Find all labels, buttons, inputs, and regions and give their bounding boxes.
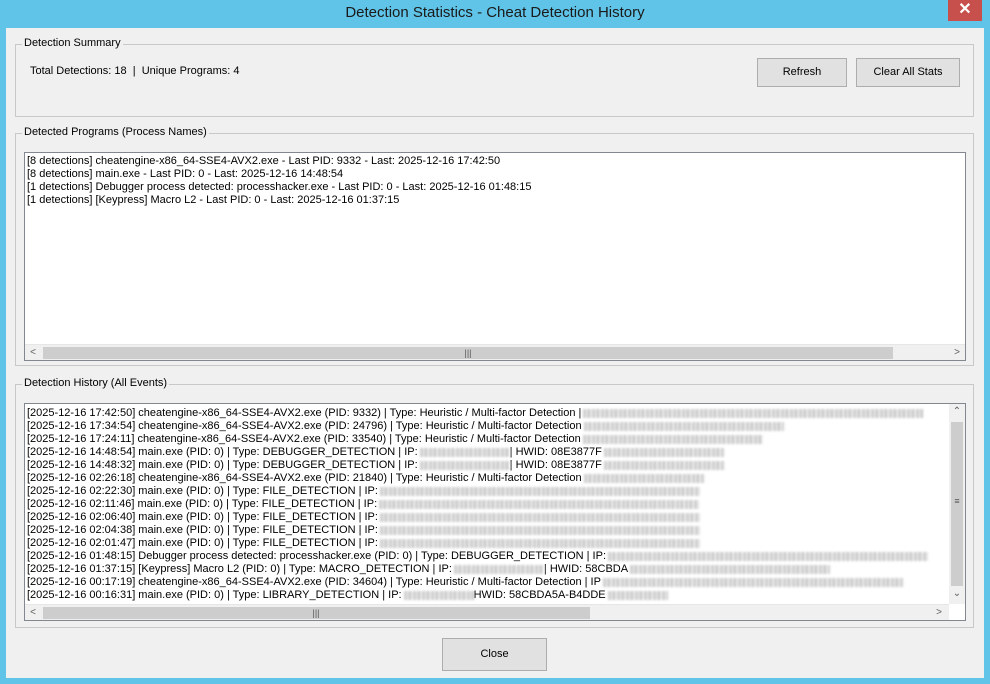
redacted-value [379, 512, 700, 522]
title-bar: Detection Statistics - Cheat Detection H… [0, 0, 990, 28]
redacted-value [583, 473, 704, 483]
program-list-item[interactable]: [1 detections] Debugger process detected… [25, 181, 965, 194]
redacted-value [582, 434, 763, 444]
detection-history-legend: Detection History (All Events) [22, 377, 170, 389]
history-list-item[interactable]: [2025-12-16 02:04:38] main.exe (PID: 0) … [25, 524, 949, 537]
scroll-left-icon[interactable]: < [25, 605, 41, 620]
scroll-up-icon[interactable]: ⌃ [949, 404, 965, 420]
redacted-value [603, 447, 724, 457]
scrollbar-thumb[interactable]: ||| [43, 347, 893, 359]
scroll-grip-icon: ≡ [954, 496, 960, 506]
redacted-value [603, 460, 724, 470]
program-list-item[interactable]: [8 detections] main.exe - Last PID: 0 - … [25, 168, 965, 181]
history-list-item[interactable]: [2025-12-16 17:34:54] cheatengine-x86_64… [25, 420, 949, 433]
redacted-value [453, 564, 544, 574]
detection-history-group: Detection History (All Events) [2025-12-… [15, 377, 974, 628]
redacted-value [419, 460, 510, 470]
scroll-left-icon[interactable]: < [25, 345, 41, 360]
window-close-icon[interactable]: ✕ [948, 0, 982, 21]
history-list-item[interactable]: [2025-12-16 01:37:15] [Keypress] Macro L… [25, 563, 949, 576]
history-list-item[interactable]: [2025-12-16 00:17:19] cheatengine-x86_64… [25, 576, 949, 589]
detection-history-listbox[interactable]: [2025-12-16 17:42:50] cheatengine-x86_64… [24, 403, 966, 621]
redacted-value [403, 590, 474, 600]
scroll-right-icon[interactable]: > [949, 345, 965, 360]
window-title: Detection Statistics - Cheat Detection H… [345, 4, 645, 21]
history-list-item[interactable]: [2025-12-16 14:48:32] main.exe (PID: 0) … [25, 459, 949, 472]
scroll-down-icon[interactable]: ⌄ [949, 586, 965, 602]
history-list-item[interactable]: [2025-12-16 02:06:40] main.exe (PID: 0) … [25, 511, 949, 524]
summary-stats-text: Total Detections: 18 | Unique Programs: … [30, 65, 240, 77]
history-list-item[interactable]: [2025-12-16 17:24:11] cheatengine-x86_64… [25, 433, 949, 446]
program-list-item[interactable]: [1 detections] [Keypress] Macro L2 - Las… [25, 194, 965, 207]
refresh-button[interactable]: Refresh [757, 58, 847, 87]
history-list-item[interactable]: [2025-12-16 01:48:15] Debugger process d… [25, 550, 949, 563]
dialog-client-area: Detection Summary Total Detections: 18 |… [6, 28, 984, 678]
detection-summary-group: Detection Summary Total Detections: 18 |… [15, 37, 974, 117]
clear-all-stats-button[interactable]: Clear All Stats [856, 58, 960, 87]
redacted-value [630, 564, 831, 574]
history-list-item[interactable]: [2025-12-16 02:26:18] cheatengine-x86_64… [25, 472, 949, 485]
redacted-value [607, 590, 668, 600]
detected-programs-legend: Detected Programs (Process Names) [22, 126, 209, 138]
history-vertical-scrollbar[interactable]: ⌃ ≡ ⌄ [949, 404, 965, 604]
history-list-item[interactable]: [2025-12-16 02:01:47] main.exe (PID: 0) … [25, 537, 949, 550]
scrollbar-thumb[interactable]: ||| [43, 607, 590, 619]
history-list-item[interactable]: [2025-12-16 02:11:46] main.exe (PID: 0) … [25, 498, 949, 511]
program-list-item[interactable]: [8 detections] cheatengine-x86_64-SSE4-A… [25, 155, 965, 168]
history-list-item[interactable]: [2025-12-16 00:16:31] main.exe (PID: 0) … [25, 589, 949, 602]
scroll-right-icon[interactable]: > [931, 605, 947, 620]
history-list-item[interactable]: [2025-12-16 14:48:54] main.exe (PID: 0) … [25, 446, 949, 459]
redacted-value [602, 577, 903, 587]
redacted-value [379, 538, 700, 548]
detection-summary-legend: Detection Summary [22, 37, 123, 49]
redacted-value [419, 447, 510, 457]
close-button[interactable]: Close [442, 638, 547, 671]
scroll-grip-icon: ||| [312, 608, 320, 618]
redacted-value [583, 421, 784, 431]
redacted-value [379, 525, 700, 535]
history-list-item[interactable]: [2025-12-16 02:22:30] main.exe (PID: 0) … [25, 485, 949, 498]
scrollbar-thumb[interactable]: ≡ [951, 422, 963, 586]
detected-programs-group: Detected Programs (Process Names) [8 det… [15, 126, 974, 366]
redacted-value [379, 486, 700, 496]
redacted-value [608, 551, 929, 561]
redacted-value [379, 499, 700, 509]
detected-programs-listbox[interactable]: [8 detections] cheatengine-x86_64-SSE4-A… [24, 152, 966, 361]
scroll-grip-icon: ||| [464, 348, 472, 358]
history-horizontal-scrollbar[interactable]: < ||| > [25, 604, 949, 620]
redacted-value [583, 408, 924, 418]
programs-horizontal-scrollbar[interactable]: < ||| > [25, 344, 965, 360]
history-list-item[interactable]: [2025-12-16 17:42:50] cheatengine-x86_64… [25, 407, 949, 420]
